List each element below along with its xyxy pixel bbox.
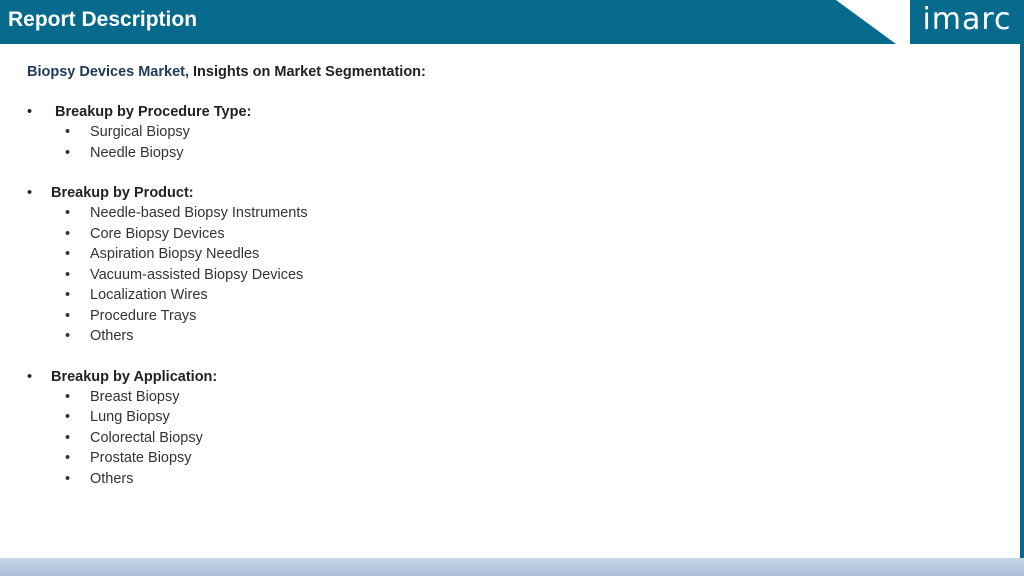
section-product: • Breakup by Product: • Needle-based Biop… <box>27 183 927 347</box>
header-banner: Report Description <box>0 0 896 44</box>
section-heading-text: Breakup by Application: <box>51 368 218 385</box>
bullet-icon: • <box>65 124 71 140</box>
bullet-icon: • <box>65 450 71 466</box>
bullet-icon: • <box>27 104 33 120</box>
bullet-icon: • <box>65 246 71 262</box>
page-title: Report Description <box>8 8 198 31</box>
header-bar: Report Description imarc <box>0 0 1024 44</box>
header-notch-shape <box>836 0 896 44</box>
footer-band <box>0 558 1024 576</box>
bullet-icon: • <box>65 429 71 446</box>
bullet-icon: • <box>65 328 71 344</box>
bullet-icon: • <box>65 144 71 161</box>
bullet-icon: • <box>65 205 71 221</box>
list-item-text: Others <box>90 328 134 344</box>
report-content: Biopsy Devices Market, Insights on Marke… <box>27 62 927 489</box>
list-item: • Needle Biopsy <box>27 143 927 164</box>
list-item: • Prostate Biopsy <box>27 448 927 469</box>
segmentation-label: Insights on Market Segmentation: <box>189 64 426 80</box>
bullet-icon: • <box>65 388 71 405</box>
imarc-logo: imarc <box>910 0 1024 44</box>
bullet-icon: • <box>65 225 71 242</box>
list-item: • Core Biopsy Devices <box>27 224 927 245</box>
list-item-text: Procedure Trays <box>90 307 197 324</box>
list-item-text: Lung Biopsy <box>90 409 170 425</box>
list-item-text: Core Biopsy Devices <box>90 225 225 242</box>
bullet-icon: • <box>65 266 71 283</box>
list-item: • Vacuum-assisted Biopsy Devices <box>27 265 927 286</box>
section-item-list: • Breast Biopsy • Lung Biopsy • Colorectal … <box>27 387 927 490</box>
list-item-text: Prostate Biopsy <box>90 450 192 466</box>
section-heading-text: Breakup by Procedure Type: <box>55 104 252 120</box>
list-item: • Others <box>27 469 927 490</box>
section-heading: • Breakup by Procedure Type: <box>27 102 927 122</box>
section-item-list: • Surgical Biopsy • Needle Biopsy <box>27 122 927 163</box>
list-item: • Surgical Biopsy <box>27 122 927 143</box>
list-item: • Lung Biopsy <box>27 407 927 428</box>
section-heading: • Breakup by Application: <box>27 367 927 387</box>
list-item: • Aspiration Biopsy Needles <box>27 244 927 265</box>
bullet-icon: • <box>65 409 71 425</box>
section-procedure-type: • Breakup by Procedure Type: • Surgical B… <box>27 102 927 163</box>
list-item-text: Aspiration Biopsy Needles <box>90 246 260 262</box>
list-item-text: Surgical Biopsy <box>90 124 190 140</box>
list-item-text: Needle-based Biopsy Instruments <box>90 205 308 221</box>
list-item-text: Others <box>90 470 134 487</box>
market-name: Biopsy Devices Market, <box>27 64 189 80</box>
bullet-icon: • <box>65 470 71 487</box>
list-item: • Procedure Trays <box>27 306 927 327</box>
report-subtitle: Biopsy Devices Market, Insights on Marke… <box>27 62 927 82</box>
bullet-icon: • <box>27 368 33 385</box>
logo-text: imarc <box>922 2 1012 37</box>
list-item-text: Vacuum-assisted Biopsy Devices <box>90 266 304 283</box>
section-heading: • Breakup by Product: <box>27 183 927 203</box>
list-item-text: Breast Biopsy <box>90 388 180 405</box>
right-edge-stripe <box>1020 44 1024 560</box>
list-item: • Localization Wires <box>27 285 927 306</box>
bullet-icon: • <box>65 307 71 324</box>
bullet-icon: • <box>27 185 33 201</box>
section-heading-text: Breakup by Product: <box>51 185 194 201</box>
list-item: • Needle-based Biopsy Instruments <box>27 203 927 224</box>
list-item-text: Colorectal Biopsy <box>90 429 203 446</box>
bullet-icon: • <box>65 287 71 303</box>
section-item-list: • Needle-based Biopsy Instruments • Core B… <box>27 203 927 347</box>
section-application: • Breakup by Application: • Breast Biopsy… <box>27 367 927 490</box>
list-item: • Others <box>27 326 927 347</box>
list-item: • Colorectal Biopsy <box>27 428 927 449</box>
list-item: • Breast Biopsy <box>27 387 927 408</box>
list-item-text: Needle Biopsy <box>90 144 184 161</box>
list-item-text: Localization Wires <box>90 287 208 303</box>
